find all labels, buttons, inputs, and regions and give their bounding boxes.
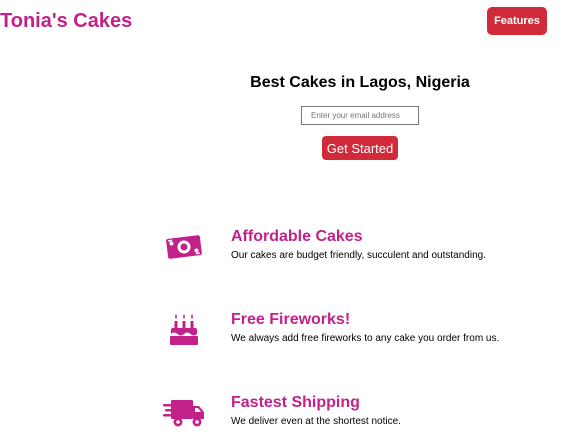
feature-title: Free Fireworks! (231, 311, 351, 328)
email-input[interactable] (301, 106, 419, 125)
feature-description: We deliver even at the shortest notice. (231, 416, 401, 427)
money-bill-icon (162, 227, 206, 267)
hero-title: Best Cakes in Lagos, Nigeria (250, 74, 470, 91)
get-started-button[interactable]: Get Started (322, 136, 398, 160)
feature-title: Fastest Shipping (231, 394, 360, 411)
features-nav-button[interactable]: Features (487, 7, 547, 35)
shipping-truck-icon (162, 393, 206, 433)
feature-description: We always add free fireworks to any cake… (231, 333, 500, 344)
feature-description: Our cakes are budget friendly, succulent… (231, 250, 486, 261)
birthday-cake-icon (162, 310, 206, 350)
feature-affordable-cakes: Affordable Cakes Our cakes are budget fr… (162, 227, 542, 275)
brand-logo[interactable]: Tonia's Cakes (0, 9, 132, 33)
feature-free-fireworks: Free Fireworks! We always add free firew… (162, 310, 542, 358)
feature-fastest-shipping: Fastest Shipping We deliver even at the … (162, 393, 542, 437)
landing-page: Tonia's Cakes Features Best Cakes in Lag… (0, 0, 562, 437)
feature-title: Affordable Cakes (231, 228, 363, 245)
